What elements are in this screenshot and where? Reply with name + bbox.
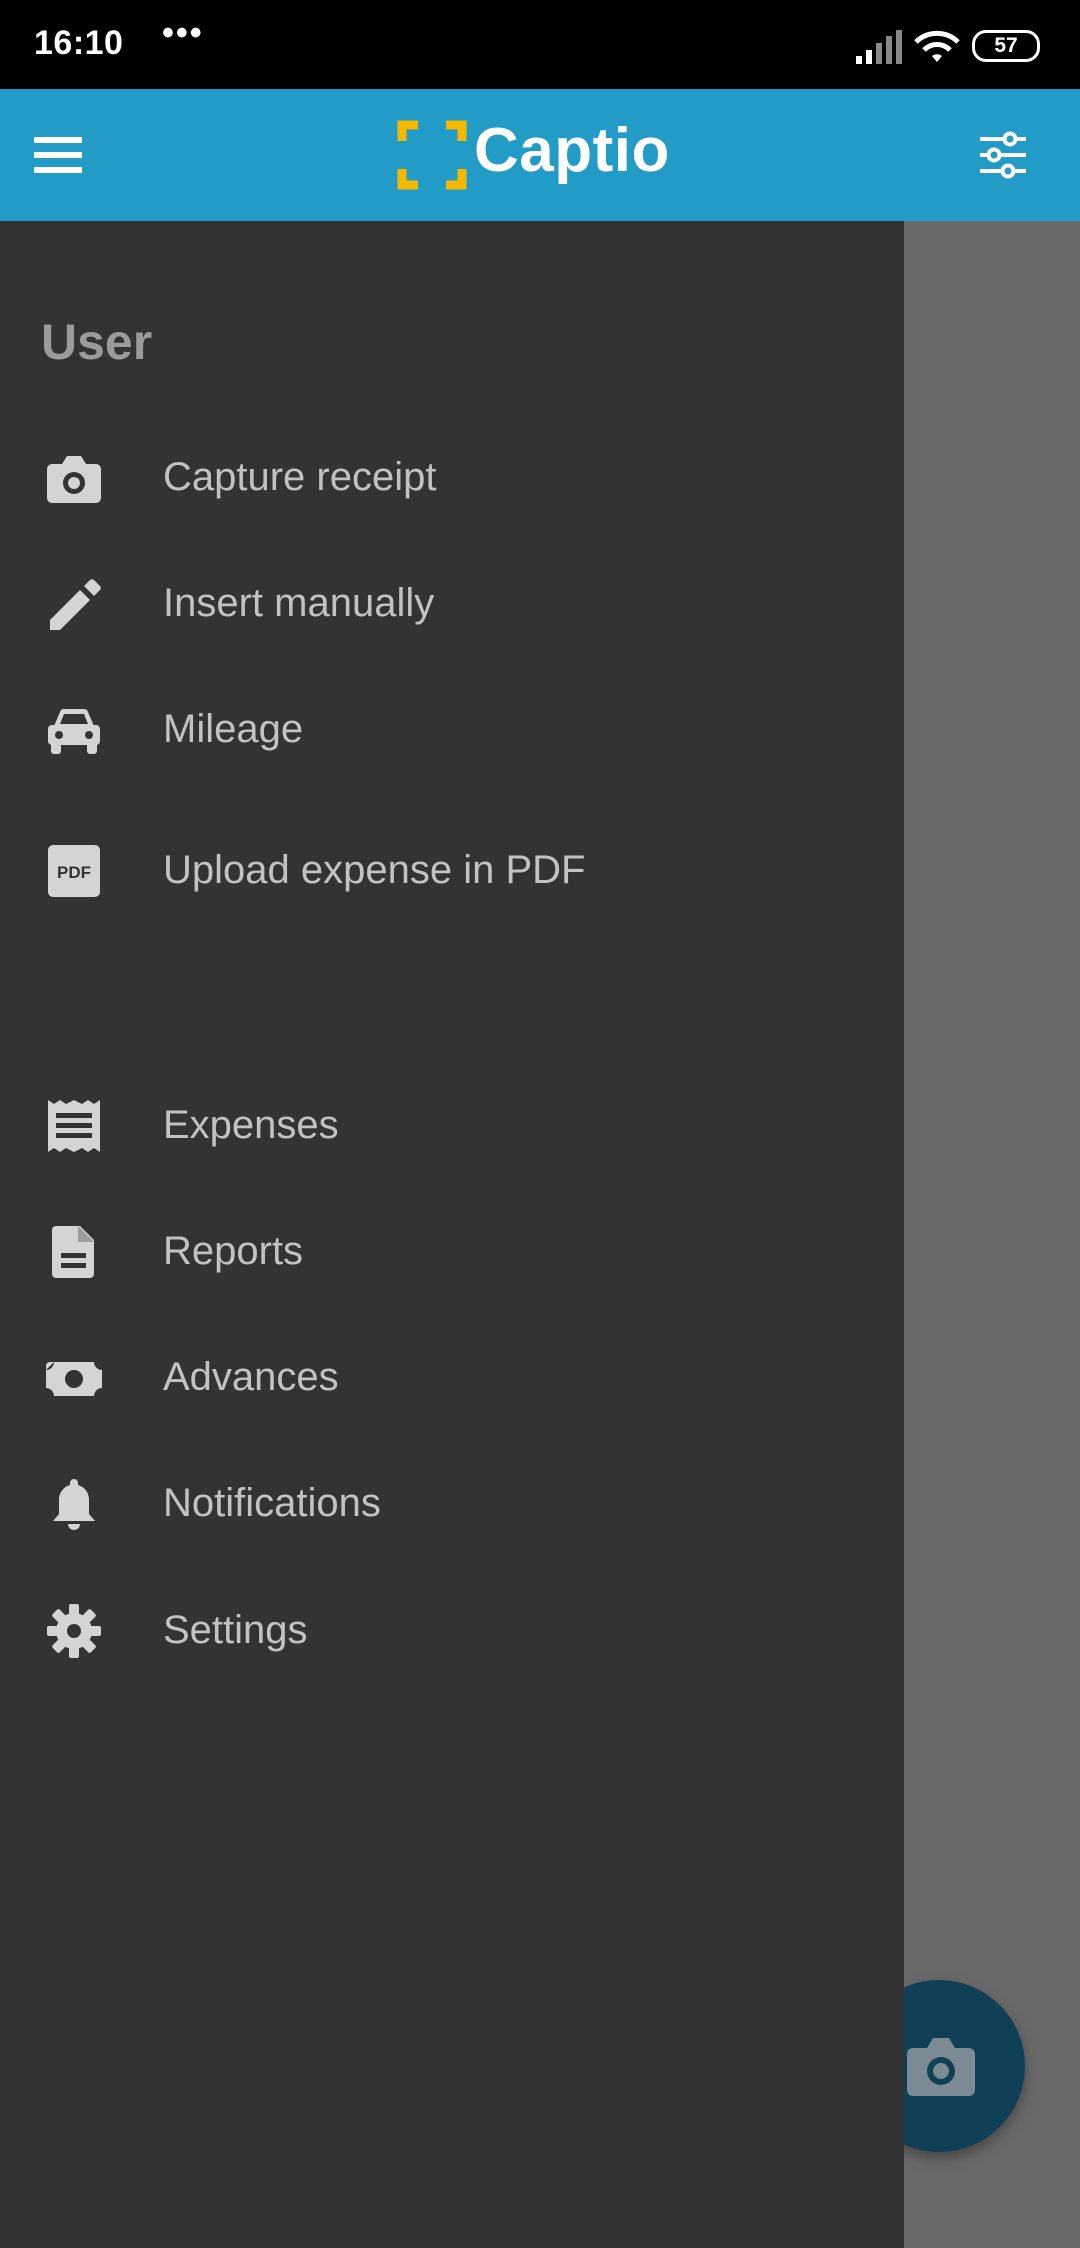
- battery-indicator: 57: [972, 30, 1040, 62]
- pdf-icon: PDF: [48, 845, 100, 897]
- drawer-item-label: Capture receipt: [163, 455, 437, 499]
- document-icon: [52, 1226, 94, 1278]
- drawer-item-label: Advances: [163, 1355, 339, 1399]
- status-more-dots: •••: [162, 14, 204, 52]
- drawer-item-advances[interactable]: Advances: [0, 1321, 904, 1431]
- drawer-item-reports[interactable]: Reports: [0, 1195, 904, 1305]
- drawer-item-label: Settings: [163, 1608, 308, 1652]
- status-time: 16:10: [34, 24, 124, 62]
- drawer-item-mileage[interactable]: Mileage: [0, 673, 904, 783]
- drawer-item-label: Reports: [163, 1229, 304, 1273]
- drawer-item-notifications[interactable]: Notifications: [0, 1447, 904, 1557]
- drawer-item-capture-receipt[interactable]: Capture receipt: [0, 421, 904, 531]
- captio-logo-icon: [397, 120, 467, 190]
- app-bar: Captio: [0, 89, 1080, 221]
- navigation-drawer: User Capture receipt Insert manually Mil…: [0, 221, 904, 2248]
- signal-icon: [856, 30, 902, 64]
- drawer-item-insert-manually[interactable]: Insert manually: [0, 547, 904, 657]
- money-icon: [46, 1362, 102, 1396]
- camera-icon: [47, 456, 101, 503]
- drawer-item-label: Mileage: [163, 707, 304, 751]
- drawer-item-expenses[interactable]: Expenses: [0, 1069, 904, 1179]
- svg-text:PDF: PDF: [57, 863, 91, 882]
- drawer-item-label: Expenses: [163, 1103, 339, 1147]
- filter-sliders-icon[interactable]: [978, 131, 1028, 179]
- receipt-icon: [48, 1100, 100, 1152]
- battery-level: 57: [994, 34, 1018, 57]
- gear-icon: [47, 1604, 101, 1658]
- status-bar: 16:10 ••• 57: [0, 0, 1080, 89]
- bell-icon: [53, 1479, 95, 1530]
- drawer-item-label: Notifications: [163, 1481, 381, 1525]
- pencil-icon: [50, 579, 101, 630]
- drawer-section-title: User: [41, 314, 153, 370]
- drawer-item-upload-pdf[interactable]: PDF Upload expense in PDF: [0, 814, 904, 924]
- wifi-icon: [914, 30, 960, 62]
- car-icon: [48, 708, 100, 754]
- menu-icon[interactable]: [34, 133, 82, 177]
- drawer-item-settings[interactable]: Settings: [0, 1574, 904, 1684]
- brand-name: Captio: [474, 116, 670, 185]
- drawer-item-label: Upload expense in PDF: [163, 848, 586, 892]
- camera-icon: [907, 2038, 975, 2096]
- drawer-item-label: Insert manually: [163, 581, 435, 625]
